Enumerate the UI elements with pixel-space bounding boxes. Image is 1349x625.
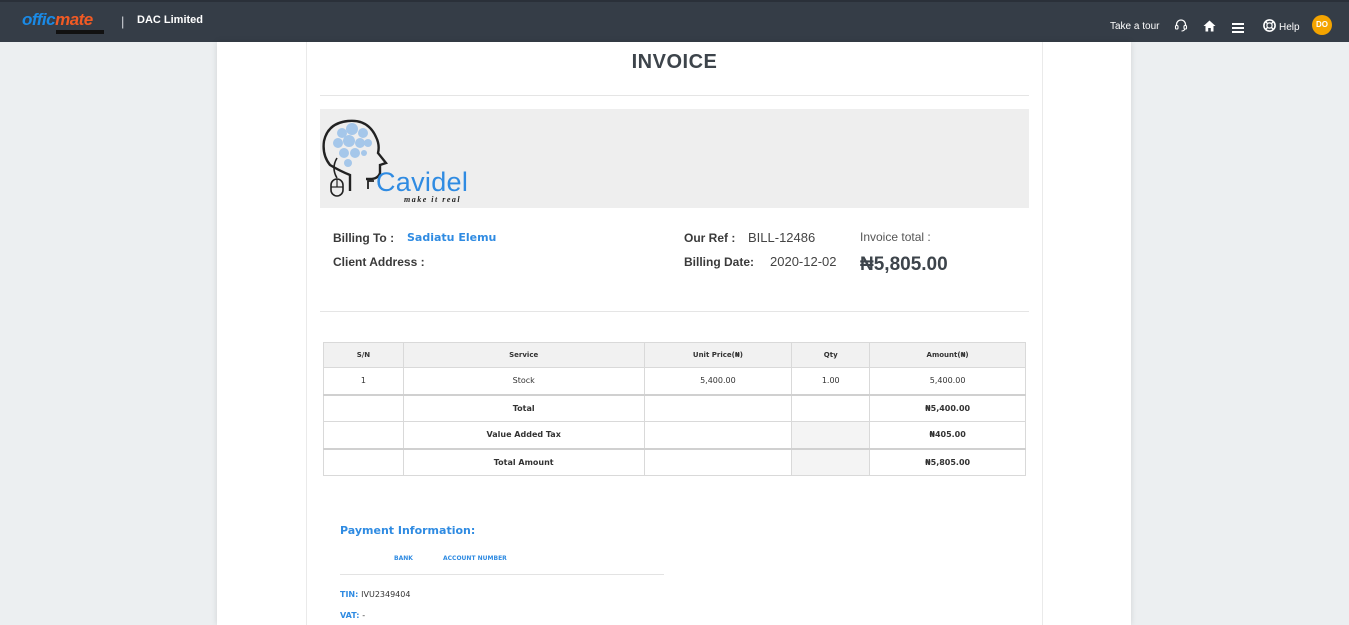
home-icon[interactable] (1203, 19, 1216, 32)
top-navbar: officmate | DAC Limited Take a tour Help… (0, 0, 1349, 42)
vat-info-value: - (362, 611, 366, 620)
vat-row: Value Added Tax ₦405.00 (323, 421, 1026, 449)
billing-date-label: Billing Date: (684, 255, 755, 269)
tin-label: TIN: (340, 590, 359, 599)
our-ref-value: BILL-12486 (748, 230, 816, 245)
our-ref-label: Our Ref : (684, 231, 736, 245)
take-tour-link[interactable]: Take a tour (1110, 21, 1159, 32)
column-header-unit-price: Unit Price(₦) (643, 342, 793, 368)
payment-col-bank: BANK (394, 555, 413, 562)
column-header-sn: S/N (323, 342, 404, 368)
invoice-total-label: Invoice total : (860, 230, 931, 244)
details-divider (320, 311, 1029, 312)
vat-info-row: VAT: - (340, 611, 365, 620)
cell-unit-price: 5,400.00 (643, 367, 793, 395)
total-row: Total ₦5,400.00 (323, 393, 1026, 422)
total-value: ₦5,400.00 (869, 393, 1026, 422)
brand-name: Cavidel (376, 167, 469, 197)
logo-text-part2: mate (55, 10, 93, 29)
company-name[interactable]: DAC Limited (137, 14, 203, 26)
help-icon[interactable] (1263, 19, 1276, 32)
column-header-amount: Amount(₦) (869, 342, 1026, 368)
menu-icon[interactable] (1232, 20, 1244, 33)
company-banner: Cavidel make it real (320, 109, 1029, 208)
logo-tagline-strip (56, 30, 104, 34)
invoice-title: INVOICE (631, 51, 718, 73)
column-header-service: Service (402, 342, 645, 368)
title-divider (320, 95, 1029, 96)
logo-text-part1: offic (22, 10, 56, 29)
user-avatar[interactable]: DO (1312, 15, 1332, 35)
cell-sn: 1 (323, 367, 404, 395)
invoice-total-value: ₦5,805.00 (860, 254, 948, 275)
payment-col-account: ACCOUNT NUMBER (443, 555, 507, 562)
table-row: 1 Stock 5,400.00 1.00 5,400.00 (323, 367, 1026, 395)
total-amount-row: Total Amount ₦5,805.00 (323, 447, 1026, 476)
vat-value: ₦405.00 (869, 421, 1026, 449)
cell-service: Stock (402, 367, 645, 395)
navbar-separator: | (121, 14, 125, 29)
billing-date-value: 2020-12-02 (770, 254, 837, 269)
payment-divider (340, 574, 664, 575)
vat-label: Value Added Tax (402, 421, 645, 449)
cell-qty: 1.00 (791, 367, 871, 395)
tin-value: IVU2349404 (361, 590, 411, 599)
total-label: Total (402, 393, 645, 422)
tin-row: TIN: IVU2349404 (340, 590, 410, 599)
payment-info-title: Payment Information: (340, 524, 476, 537)
billing-to-label: Billing To : (333, 231, 395, 245)
total-amount-label: Total Amount (402, 447, 645, 476)
headset-icon[interactable] (1174, 18, 1188, 32)
billing-to-client-link[interactable]: Sadiatu Elemu (407, 231, 496, 244)
vat-info-label: VAT: (340, 611, 360, 620)
cell-amount: 5,400.00 (869, 367, 1026, 395)
client-address-label: Client Address : (333, 255, 425, 269)
total-amount-value: ₦5,805.00 (869, 447, 1026, 476)
officemate-logo[interactable]: officmate (22, 10, 106, 34)
column-header-qty: Qty (791, 342, 871, 368)
table-header-row: S/N Service Unit Price(₦) Qty Amount(₦) (323, 342, 1026, 368)
help-link[interactable]: Help (1279, 22, 1300, 33)
invoice-items-table: S/N Service Unit Price(₦) Qty Amount(₦) … (323, 342, 1026, 476)
brand-tagline: make it real (404, 195, 462, 204)
